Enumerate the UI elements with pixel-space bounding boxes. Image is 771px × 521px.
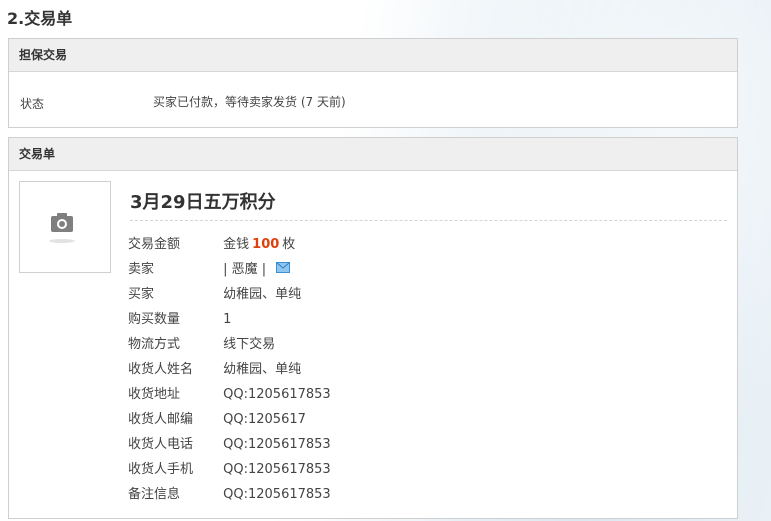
item-title[interactable]: 3月29日五万积分: [130, 188, 276, 214]
receiver-name-row: 收货人姓名 幼稚园、单纯: [128, 357, 331, 382]
guarantee-panel: 担保交易 状态 买家已付款，等待卖家发货 (7 天前): [8, 38, 738, 128]
phone-row: 收货人电话 QQ:1205617853: [128, 432, 331, 457]
address-value: QQ:1205617853: [223, 387, 331, 402]
mobile-label: 收货人手机: [128, 462, 194, 477]
seller-row: 卖家 | 恶魔 |: [128, 257, 331, 282]
buyer-row: 买家 幼稚园、单纯: [128, 282, 331, 307]
address-row: 收货地址 QQ:1205617853: [128, 382, 331, 407]
order-panel: 交易单 3月29日五万积分 交易金额 金钱 100 枚 卖家 | 恶魔 | 买家…: [8, 137, 738, 519]
mobile-row: 收货人手机 QQ:1205617853: [128, 457, 331, 482]
amount-row: 交易金额 金钱 100 枚: [128, 232, 331, 257]
quantity-value: 1: [223, 312, 232, 327]
guarantee-panel-header: 担保交易: [9, 39, 737, 72]
phone-label: 收货人电话: [128, 437, 194, 452]
divider: [130, 220, 727, 221]
amount-number: 100: [252, 237, 280, 252]
shipping-label: 物流方式: [128, 337, 181, 352]
mobile-value: QQ:1205617853: [223, 462, 331, 477]
phone-value: QQ:1205617853: [223, 437, 331, 452]
amount-prefix: 金钱: [223, 237, 250, 252]
mail-icon[interactable]: [276, 257, 291, 282]
address-label: 收货地址: [128, 387, 181, 402]
shipping-value: 线下交易: [223, 337, 276, 352]
order-panel-header: 交易单: [9, 138, 737, 171]
seller-label: 卖家: [128, 262, 155, 277]
buyer-name[interactable]: 幼稚园、单纯: [223, 282, 301, 307]
item-thumbnail[interactable]: [19, 181, 111, 273]
quantity-label: 购买数量: [128, 312, 181, 327]
quantity-row: 购买数量 1: [128, 307, 331, 332]
status-row: 状态 买家已付款，等待卖家发货 (7 天前): [9, 72, 737, 127]
amount-value: 金钱 100 枚: [223, 232, 295, 257]
postcode-row: 收货人邮编 QQ:1205617: [128, 407, 331, 432]
postcode-value: QQ:1205617: [223, 412, 306, 427]
note-label: 备注信息: [128, 487, 181, 502]
order-details: 交易金额 金钱 100 枚 卖家 | 恶魔 | 买家 幼稚园、单纯 购买数量 1 物…: [128, 232, 331, 507]
amount-unit: 枚: [282, 237, 296, 252]
seller-name[interactable]: | 恶魔 |: [223, 257, 266, 282]
postcode-label: 收货人邮编: [128, 412, 194, 427]
status-label: 状态: [20, 97, 45, 111]
shipping-row: 物流方式 线下交易: [128, 332, 331, 357]
receiver-name-value: 幼稚园、单纯: [223, 362, 302, 377]
page-title: 2.交易单: [7, 9, 73, 28]
status-value: 买家已付款，等待卖家发货 (7 天前): [153, 95, 346, 109]
note-value: QQ:1205617853: [223, 487, 331, 502]
receiver-name-label: 收货人姓名: [128, 362, 194, 377]
note-row: 备注信息 QQ:1205617853: [128, 482, 331, 507]
buyer-label: 买家: [128, 287, 155, 302]
camera-icon: [49, 213, 75, 243]
amount-label: 交易金额: [128, 237, 181, 252]
